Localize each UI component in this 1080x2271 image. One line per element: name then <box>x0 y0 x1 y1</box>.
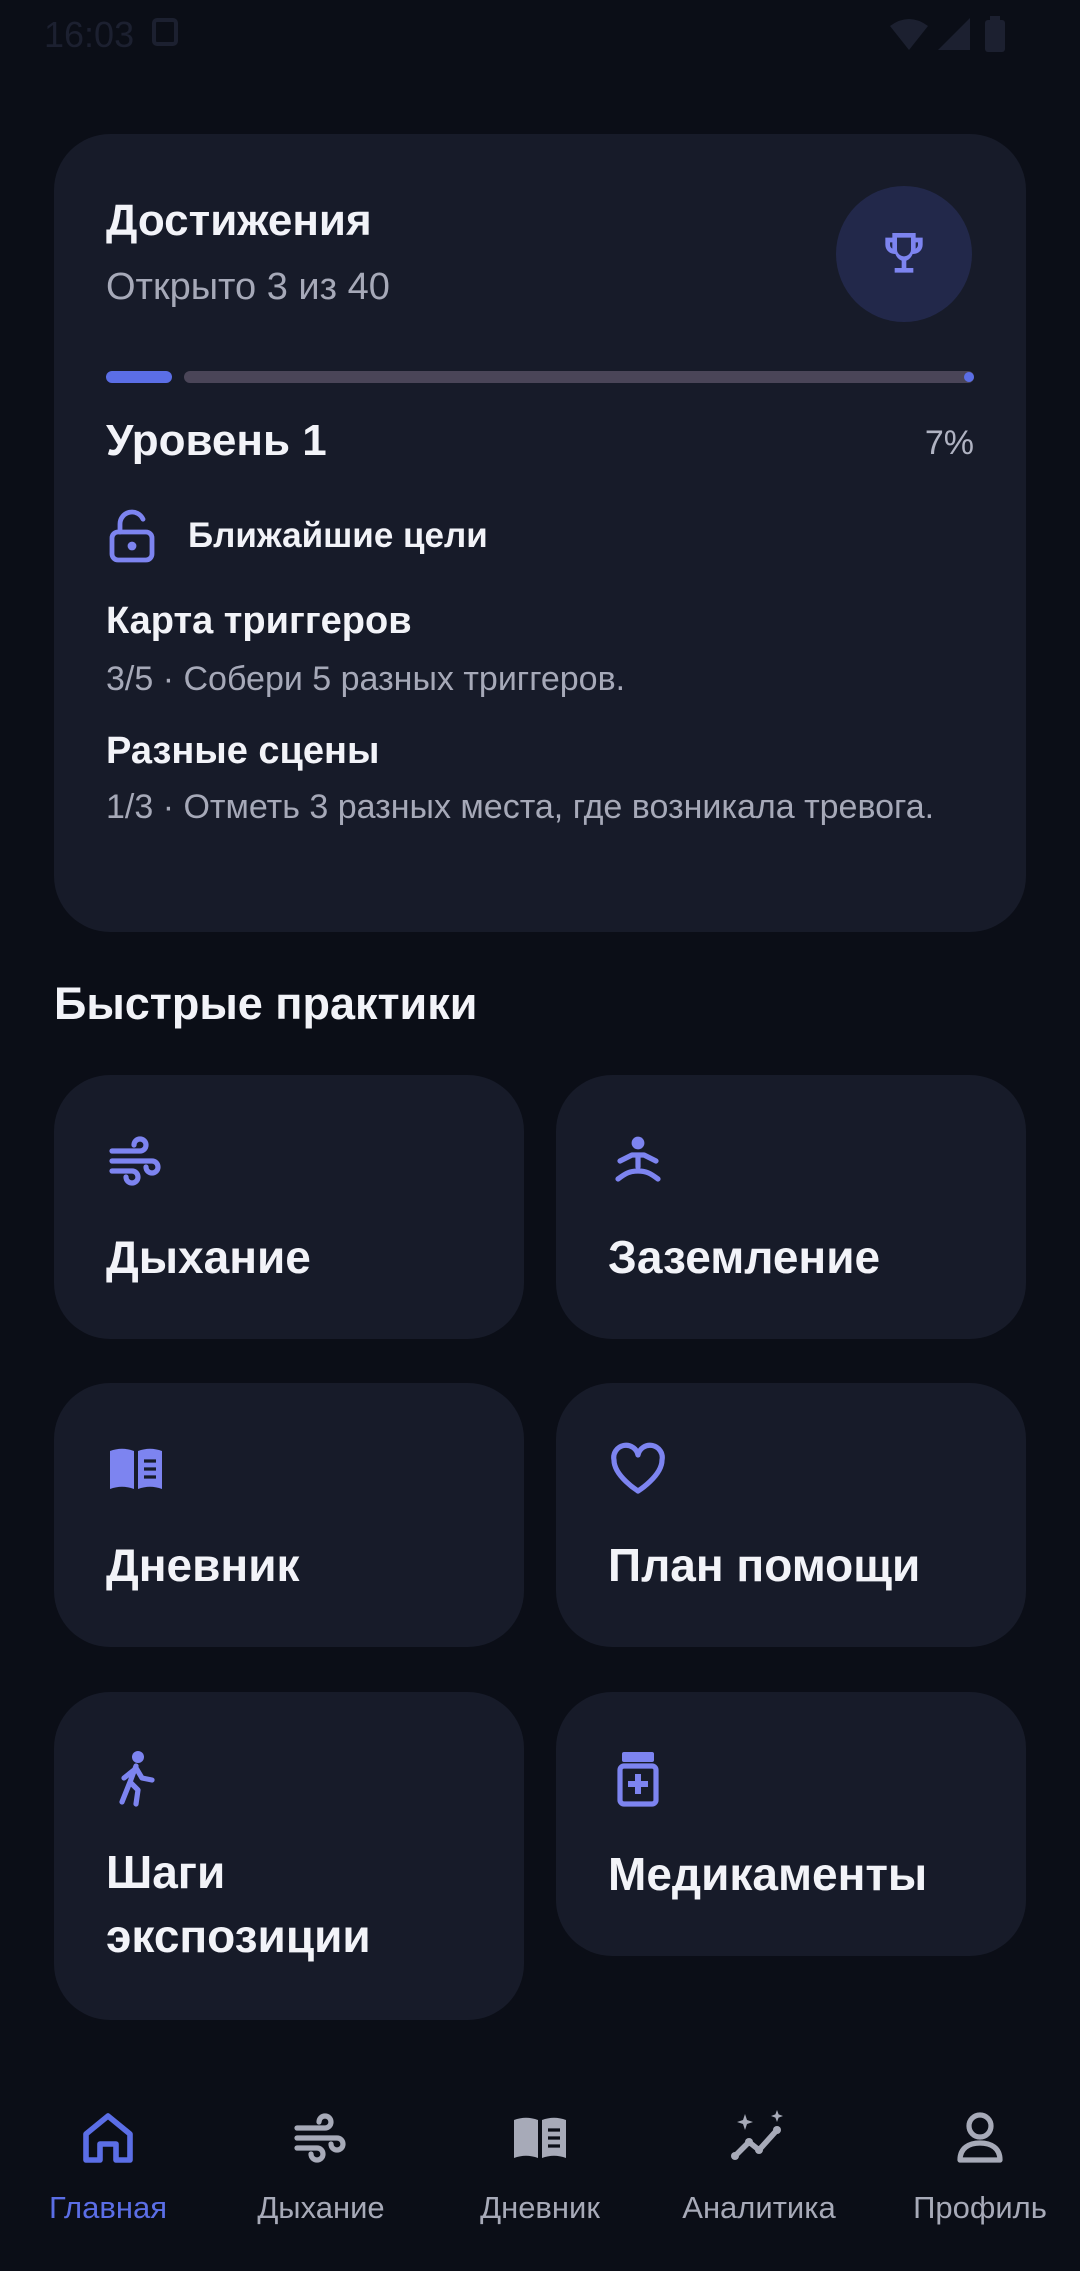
practice-tile-label: План помощи <box>608 1539 921 1591</box>
unlock-icon <box>109 509 155 563</box>
quick-practices-title: Быстрые практики <box>54 978 478 1029</box>
home-icon <box>83 2113 133 2163</box>
goal-title: Разные сцены <box>106 730 380 772</box>
nav-item-home[interactable]: Главная <box>0 2108 216 2226</box>
profile-icon <box>957 2112 1003 2163</box>
goal-title: Карта триггеров <box>106 600 412 642</box>
nav-item-journal[interactable]: Дневник <box>432 2108 648 2226</box>
level-title: Уровень 1 <box>106 416 327 465</box>
signal-icon <box>938 18 970 50</box>
nav-label: Профиль <box>913 2190 1047 2225</box>
nav-label: Аналитика <box>682 2190 836 2225</box>
practice-tile-journal[interactable]: Дневник <box>54 1383 524 1647</box>
nav-label: Дневник <box>480 2190 600 2225</box>
goal-description: 1/3 · Отметь 3 разных места, где возника… <box>106 788 935 826</box>
walking-icon <box>119 1751 155 1807</box>
notification-icon <box>152 18 178 46</box>
battery-icon <box>985 16 1005 52</box>
goal-description: 3/5 · Собери 5 разных триггеров. <box>106 660 626 698</box>
practice-tile-medications[interactable]: Медикаменты <box>556 1692 1026 1956</box>
nearest-goals-label: Ближайшие цели <box>188 516 488 555</box>
meditation-icon <box>615 1136 661 1182</box>
nav-item-breathing[interactable]: Дыхание <box>213 2108 429 2226</box>
book-icon <box>110 1448 162 1489</box>
status-bar: 16:03 <box>0 0 1080 70</box>
status-time: 16:03 <box>44 14 135 55</box>
achievements-progress-bar <box>106 371 974 383</box>
medication-icon <box>617 1752 659 1807</box>
nearest-goals-header: Ближайшие цели <box>106 508 488 564</box>
progress-fill <box>106 371 172 383</box>
progress-end-marker <box>964 372 974 382</box>
nav-label: Главная <box>49 2190 167 2225</box>
progress-track <box>184 371 974 383</box>
wind-icon <box>294 2113 346 2163</box>
achievements-card[interactable]: Достижения Открыто 3 из 40 Уровень 1 7% … <box>54 134 1026 932</box>
achievements-title: Достижения <box>106 196 372 245</box>
practice-tile-label: Медикаменты <box>608 1848 928 1900</box>
trophy-icon <box>885 233 923 273</box>
practice-tile-breathing[interactable]: Дыхание <box>54 1075 524 1339</box>
level-percent: 7% <box>924 424 974 462</box>
practice-tile-label: Заземление <box>608 1231 881 1283</box>
nav-item-profile[interactable]: Профиль <box>872 2108 1080 2226</box>
nav-item-analytics[interactable]: Аналитика <box>651 2108 867 2226</box>
practice-tile-label: Дневник <box>106 1539 300 1591</box>
trophy-badge <box>836 186 972 322</box>
heart-icon <box>611 1442 665 1494</box>
practice-tile-label: Шаги экспозиции <box>106 1846 371 1962</box>
practice-tile-exposure-steps[interactable]: Шаги экспозиции <box>54 1692 524 2020</box>
practice-tile-help-plan[interactable]: План помощи <box>556 1383 1026 1647</box>
wind-icon <box>109 1136 161 1186</box>
analytics-icon <box>731 2110 783 2160</box>
practice-tile-label: Дыхание <box>106 1231 311 1283</box>
achievements-subtitle: Открыто 3 из 40 <box>106 266 390 308</box>
bottom-navigation: Главная Дыхание Дневник Аналитика Профил… <box>0 2062 1080 2271</box>
book-icon <box>514 2117 566 2158</box>
wifi-icon <box>890 19 928 50</box>
practice-tile-grounding[interactable]: Заземление <box>556 1075 1026 1339</box>
nav-label: Дыхание <box>257 2190 385 2225</box>
